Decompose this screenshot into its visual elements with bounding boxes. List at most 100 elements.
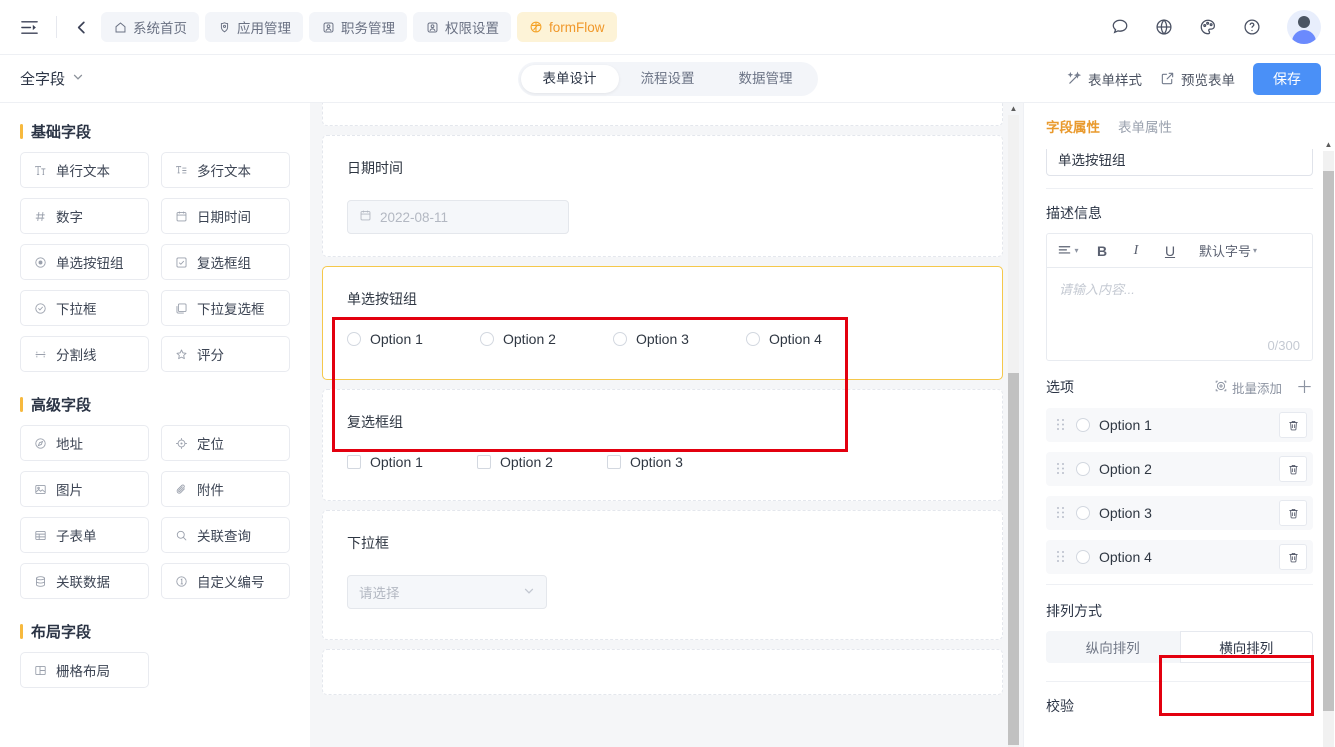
- palette-item-related-data[interactable]: 关联数据: [20, 563, 149, 599]
- radio-option[interactable]: Option 1: [347, 331, 480, 347]
- date-value: 2022-08-11: [380, 209, 449, 225]
- sidebar-toggle-icon[interactable]: [16, 14, 42, 40]
- form-field-card-radio-group[interactable]: 单选按钮组 Option 1 Option 2 Option 3 Option …: [322, 266, 1003, 380]
- palette-item-select[interactable]: 下拉框: [20, 290, 149, 326]
- scroll-up-arrow-icon[interactable]: ▲: [1324, 141, 1333, 149]
- palette-item-address[interactable]: 地址: [20, 425, 149, 461]
- segment-data-management[interactable]: 数据管理: [717, 65, 815, 93]
- palette-item-radio-group[interactable]: 单选按钮组: [20, 244, 149, 280]
- nav-tab-home-label: 系统首页: [133, 21, 187, 36]
- palette-item-image[interactable]: 图片: [20, 471, 149, 507]
- add-option-button[interactable]: ＋: [1296, 379, 1313, 396]
- palette-item-subform[interactable]: 子表单: [20, 517, 149, 553]
- drag-handle-icon[interactable]: [1056, 550, 1067, 565]
- properties-scrollbar[interactable]: ▲: [1323, 139, 1334, 747]
- segment-flow-settings[interactable]: 流程设置: [619, 65, 717, 93]
- segment-form-design[interactable]: 表单设计: [520, 64, 619, 93]
- user-avatar[interactable]: [1287, 10, 1321, 44]
- palette-item-rating[interactable]: 评分: [161, 336, 290, 372]
- palette-icon[interactable]: [1197, 16, 1219, 38]
- drag-handle-icon[interactable]: [1056, 462, 1067, 477]
- form-field-card-select[interactable]: 下拉框 请选择: [322, 510, 1003, 640]
- nav-tab-positions[interactable]: 职务管理: [309, 12, 407, 42]
- save-button[interactable]: 保存: [1253, 62, 1321, 95]
- nav-tab-formflow[interactable]: formFlow: [517, 12, 617, 42]
- radio-option[interactable]: Option 2: [480, 331, 613, 347]
- radio-option[interactable]: Option 4: [746, 331, 879, 347]
- palette-group-layout: 栅格布局: [20, 652, 290, 688]
- field-name-input[interactable]: 单选按钮组: [1046, 149, 1313, 176]
- canvas-scrollbar-track[interactable]: [1008, 115, 1019, 747]
- layout-horizontal-button[interactable]: 横向排列: [1179, 631, 1313, 663]
- group-accent-bar: [20, 397, 23, 412]
- star-icon: [174, 347, 189, 362]
- form-style-button[interactable]: 表单样式: [1067, 69, 1142, 89]
- tab-form-properties[interactable]: 表单属性: [1118, 116, 1172, 139]
- form-field-card-textarea[interactable]: [322, 103, 1003, 126]
- nav-tab-permissions[interactable]: 权限设置: [413, 12, 511, 42]
- select-input[interactable]: 请选择: [347, 575, 547, 609]
- palette-item-custom-number[interactable]: 自定义编号: [161, 563, 290, 599]
- option-list-item[interactable]: Option 1: [1046, 408, 1313, 442]
- form-canvas: 日期时间 2022-08-11 单选按钮组 Option 1 Option 2 …: [310, 103, 1023, 747]
- batch-add-button[interactable]: 批量添加: [1215, 378, 1282, 397]
- globe-icon[interactable]: [1153, 16, 1175, 38]
- form-field-card-next[interactable]: [322, 649, 1003, 695]
- number-circle-icon: [174, 574, 189, 589]
- option-list-item[interactable]: Option 2: [1046, 452, 1313, 486]
- palette-item-related-query[interactable]: 关联查询: [161, 517, 290, 553]
- option-label[interactable]: Option 3: [1099, 505, 1152, 521]
- radio-option[interactable]: Option 3: [613, 331, 746, 347]
- checkbox-option[interactable]: Option 1: [347, 454, 477, 470]
- palette-item-multi-select[interactable]: 下拉复选框: [161, 290, 290, 326]
- underline-button[interactable]: U: [1153, 237, 1187, 265]
- tab-field-properties[interactable]: 字段属性: [1046, 116, 1100, 139]
- nav-tab-formflow-label: formFlow: [549, 19, 605, 35]
- font-size-select[interactable]: 默认字号 ▾: [1193, 237, 1263, 265]
- nav-tab-apps[interactable]: 应用管理: [205, 12, 303, 42]
- italic-button[interactable]: I: [1119, 237, 1153, 265]
- description-textarea[interactable]: 请输入内容... 0/300: [1047, 268, 1312, 360]
- group-accent-bar: [20, 124, 23, 139]
- canvas-scrollbar-thumb[interactable]: [1008, 373, 1019, 745]
- form-name-dropdown[interactable]: 全字段: [20, 68, 84, 89]
- drag-handle-icon[interactable]: [1056, 418, 1067, 433]
- option-list-item[interactable]: Option 4: [1046, 540, 1313, 574]
- palette-item-multi-line-text[interactable]: 多行文本: [161, 152, 290, 188]
- properties-scrollbar-thumb[interactable]: [1323, 171, 1334, 711]
- option-label[interactable]: Option 4: [1099, 549, 1152, 565]
- canvas-scrollbar[interactable]: ▲: [1008, 103, 1019, 747]
- delete-option-button[interactable]: [1279, 412, 1307, 438]
- field-name-input-clip: 单选按钮组: [1046, 149, 1313, 176]
- checkbox-option[interactable]: Option 3: [607, 454, 737, 470]
- checkbox-option[interactable]: Option 2: [477, 454, 607, 470]
- help-icon[interactable]: [1241, 16, 1263, 38]
- form-field-card-date[interactable]: 日期时间 2022-08-11: [322, 135, 1003, 257]
- align-left-icon[interactable]: ▾: [1051, 237, 1085, 265]
- delete-option-button[interactable]: [1279, 544, 1307, 570]
- preview-form-button[interactable]: 预览表单: [1160, 69, 1235, 89]
- palette-item-grid-layout[interactable]: 栅格布局: [20, 652, 149, 688]
- palette-item-divider[interactable]: 分割线: [20, 336, 149, 372]
- message-icon[interactable]: [1109, 16, 1131, 38]
- option-label[interactable]: Option 2: [1099, 461, 1152, 477]
- delete-option-button[interactable]: [1279, 500, 1307, 526]
- palette-item-number[interactable]: 数字: [20, 198, 149, 234]
- scroll-up-arrow-icon[interactable]: ▲: [1009, 105, 1018, 113]
- nav-tab-home[interactable]: 系统首页: [101, 12, 199, 42]
- chevron-left-icon[interactable]: [69, 14, 93, 40]
- option-label[interactable]: Option 1: [1099, 417, 1152, 433]
- bold-button[interactable]: B: [1085, 237, 1119, 265]
- palette-item-datetime[interactable]: 日期时间: [161, 198, 290, 234]
- form-field-card-checkbox-group[interactable]: 复选框组 Option 1 Option 2 Option 3: [322, 389, 1003, 501]
- properties-scrollbar-track[interactable]: [1323, 151, 1334, 747]
- palette-item-location[interactable]: 定位: [161, 425, 290, 461]
- date-input[interactable]: 2022-08-11: [347, 200, 569, 234]
- delete-option-button[interactable]: [1279, 456, 1307, 482]
- palette-item-attachment[interactable]: 附件: [161, 471, 290, 507]
- palette-item-checkbox-group[interactable]: 复选框组: [161, 244, 290, 280]
- layout-vertical-button[interactable]: 纵向排列: [1046, 631, 1180, 663]
- palette-item-single-line-text[interactable]: 单行文本: [20, 152, 149, 188]
- option-list-item[interactable]: Option 3: [1046, 496, 1313, 530]
- drag-handle-icon[interactable]: [1056, 506, 1067, 521]
